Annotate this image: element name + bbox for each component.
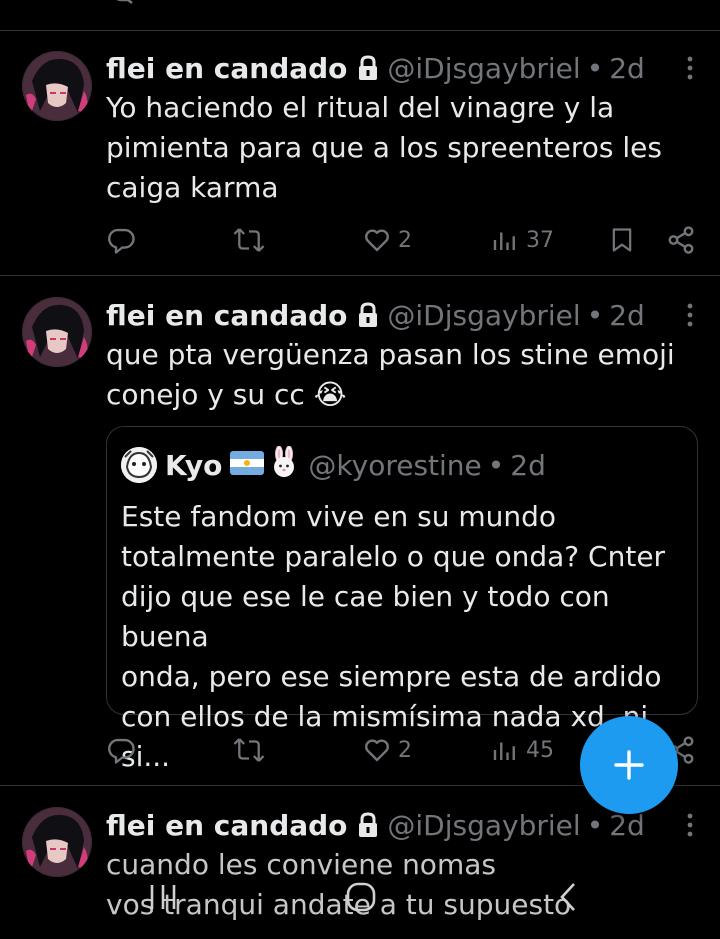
like-count: 2	[398, 227, 412, 253]
views-icon[interactable]	[494, 0, 534, 4]
system-navigation-bar	[0, 872, 720, 922]
view-count: 37	[526, 227, 554, 253]
tweet-text: que pta vergüenza pasan los stine emoji …	[106, 338, 675, 411]
share-icon	[668, 226, 694, 254]
compose-button[interactable]	[580, 716, 678, 814]
recent-apps-icon	[150, 885, 176, 909]
views-icon	[493, 232, 515, 250]
quoted-tweet-header: Kyo @kyorestine • 2d	[121, 445, 546, 485]
retweet-icon	[233, 738, 265, 762]
bunny-icon	[268, 445, 300, 485]
home-icon	[346, 882, 376, 912]
argentina-flag-icon	[230, 449, 265, 482]
reply-button[interactable]	[106, 730, 136, 770]
tweet-text: Yo haciendo el ritual del vinagre y la p…	[106, 91, 662, 204]
reply-button[interactable]	[106, 220, 136, 260]
display-name[interactable]: flei en candado	[106, 809, 347, 842]
avatar[interactable]	[22, 51, 92, 121]
quoted-tweet[interactable]: Kyo @kyorestine • 2d Este fandom vive en…	[106, 426, 698, 773]
bookmark-icon	[612, 228, 632, 252]
user-handle[interactable]: @iDjsgaybriel	[387, 299, 580, 332]
lock-icon	[357, 302, 379, 328]
retweet-icon[interactable]	[232, 0, 260, 4]
display-name[interactable]: flei en candado	[106, 299, 347, 332]
previous-tweet-actions	[0, 0, 720, 8]
tweet-header: flei en candado @iDjsgaybriel • 2d	[106, 805, 700, 845]
plus-icon	[614, 750, 644, 780]
lock-icon	[357, 55, 379, 81]
back-icon	[560, 883, 575, 911]
recent-apps-button[interactable]	[138, 872, 188, 922]
bookmark-button[interactable]	[608, 220, 636, 260]
avatar[interactable]	[22, 297, 92, 367]
bookmark-icon[interactable]	[610, 0, 636, 4]
heart-icon	[365, 739, 389, 762]
timestamp[interactable]: 2d	[609, 299, 645, 332]
more-icon[interactable]	[686, 295, 694, 335]
quoted-user-handle[interactable]: @kyorestine	[308, 449, 481, 482]
tweet-header: flei en candado @iDjsgaybriel • 2d	[106, 295, 700, 335]
tweet[interactable]: flei en candado @iDjsgaybriel • 2d Yo ha…	[0, 30, 720, 275]
tweet-header: flei en candado @iDjsgaybriel • 2d	[106, 48, 700, 88]
like-button[interactable]: 2	[362, 730, 412, 770]
views-button[interactable]: 37	[490, 220, 554, 260]
separator: •	[487, 448, 505, 482]
separator: •	[586, 51, 604, 85]
user-handle[interactable]: @iDjsgaybriel	[387, 52, 580, 85]
more-icon[interactable]	[686, 48, 694, 88]
share-button[interactable]	[666, 220, 696, 260]
back-button[interactable]	[548, 872, 588, 922]
view-count: 45	[526, 737, 554, 763]
avatar[interactable]	[22, 807, 92, 877]
separator: •	[586, 808, 604, 842]
heart-icon	[365, 229, 389, 252]
like-button[interactable]: 2	[362, 220, 412, 260]
share-icon[interactable]	[672, 0, 698, 4]
tweet-actions: 2 37	[0, 220, 720, 260]
quoted-timestamp[interactable]: 2d	[510, 449, 546, 482]
tweet[interactable]: flei en candado @iDjsgaybriel • 2d que p…	[0, 275, 720, 785]
timestamp[interactable]: 2d	[609, 52, 645, 85]
separator: •	[586, 298, 604, 332]
display-name[interactable]: flei en candado	[106, 52, 347, 85]
timeline: flei en candado @iDjsgaybriel • 2d Yo ha…	[0, 0, 720, 939]
home-button[interactable]	[336, 872, 386, 922]
reply-icon	[108, 738, 135, 764]
reply-icon	[108, 228, 135, 254]
views-icon	[493, 742, 515, 760]
more-icon[interactable]	[686, 805, 694, 845]
retweet-icon	[233, 228, 265, 252]
user-handle[interactable]: @iDjsgaybriel	[387, 809, 580, 842]
retweet-button[interactable]	[232, 730, 266, 770]
lock-icon	[357, 812, 379, 838]
views-button[interactable]: 45	[490, 730, 554, 770]
reply-icon[interactable]	[108, 0, 136, 4]
like-count: 2	[398, 737, 412, 763]
quoted-avatar[interactable]	[121, 447, 157, 483]
quoted-display-name[interactable]: Kyo	[165, 449, 222, 482]
retweet-button[interactable]	[232, 220, 266, 260]
heart-icon[interactable]	[365, 0, 393, 4]
